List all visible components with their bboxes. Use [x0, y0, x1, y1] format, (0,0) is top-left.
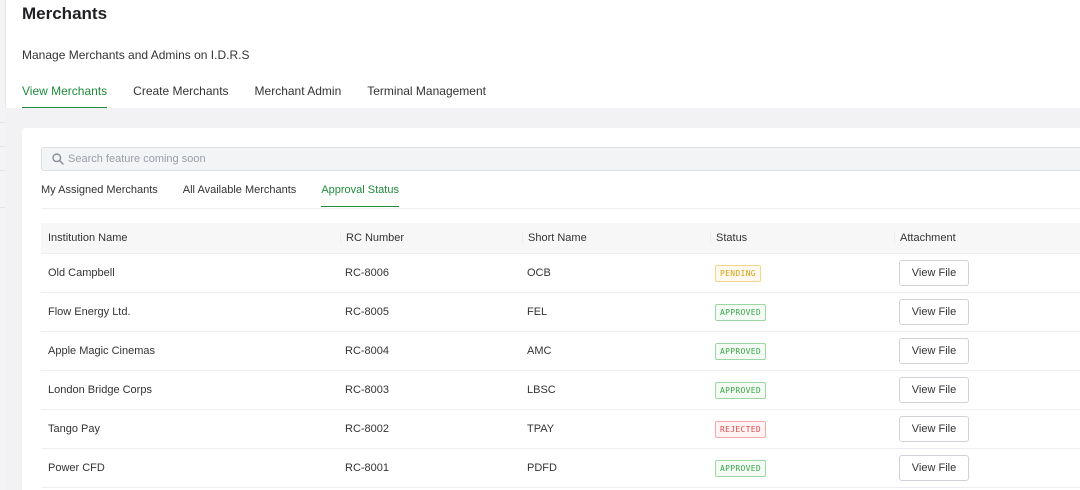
table-row: London Bridge Corps RC-8003 LBSC APPROVE… — [41, 371, 1080, 410]
status-badge: APPROVED — [715, 381, 766, 399]
institution-name: Old Campbell — [48, 267, 115, 279]
page-subtitle: Manage Merchants and Admins on I.D.R.S — [22, 48, 250, 62]
search-icon — [52, 153, 64, 165]
merchants-table: Institution Name RC Number Short Name St… — [41, 223, 1080, 488]
table-row: Flow Energy Ltd. RC-8005 FEL APPROVED Vi… — [41, 293, 1080, 332]
tab-merchant-admin[interactable]: Merchant Admin — [255, 84, 342, 108]
table-header: Institution Name RC Number Short Name St… — [41, 223, 1080, 254]
rc-number: RC-8002 — [345, 423, 390, 435]
status-badge: APPROVED — [715, 342, 766, 360]
divider — [41, 208, 1080, 209]
column-header-rc-number[interactable]: RC Number — [340, 232, 522, 244]
column-header-institution-name[interactable]: Institution Name — [41, 232, 340, 244]
institution-name: Flow Energy Ltd. — [48, 306, 131, 318]
table-row: Old Campbell RC-8006 OCB PENDING View Fi… — [41, 254, 1080, 293]
table-row: Tango Pay RC-8002 TPAY REJECTED View Fil… — [41, 410, 1080, 449]
rc-number: RC-8006 — [345, 267, 390, 279]
tab-approval-status[interactable]: Approval Status — [321, 184, 399, 207]
column-header-status[interactable]: Status — [710, 232, 894, 244]
view-file-button[interactable]: View File — [899, 260, 969, 286]
merchants-page: Merchants Manage Merchants and Admins on… — [0, 0, 1080, 490]
search-bar[interactable] — [41, 147, 1080, 171]
status-badge: REJECTED — [715, 420, 766, 438]
rc-number: RC-8005 — [345, 306, 390, 318]
rc-number: RC-8004 — [345, 345, 390, 357]
short-name: FEL — [527, 306, 548, 318]
rc-number: RC-8001 — [345, 462, 390, 474]
status-badge: PENDING — [715, 264, 761, 282]
tab-view-merchants[interactable]: View Merchants — [22, 84, 108, 108]
status-badge: APPROVED — [715, 303, 766, 321]
merchants-card: My Assigned Merchants All Available Merc… — [22, 128, 1080, 490]
table-row: Power CFD RC-8001 PDFD APPROVED View Fil… — [41, 449, 1080, 488]
tab-my-assigned-merchants[interactable]: My Assigned Merchants — [41, 184, 158, 207]
short-name: OCB — [527, 267, 551, 279]
search-input[interactable] — [68, 153, 968, 165]
short-name: TPAY — [527, 423, 555, 435]
view-file-button[interactable]: View File — [899, 455, 969, 481]
column-header-attachment[interactable]: Attachment — [894, 232, 1080, 244]
sub-tabs: My Assigned Merchants All Available Merc… — [41, 184, 424, 207]
institution-name: Apple Magic Cinemas — [48, 345, 155, 357]
status-badge: APPROVED — [715, 459, 766, 477]
page-title: Merchants — [22, 4, 108, 23]
short-name: LBSC — [527, 384, 556, 396]
tab-terminal-management[interactable]: Terminal Management — [367, 84, 486, 108]
tab-all-available-merchants[interactable]: All Available Merchants — [183, 184, 297, 207]
view-file-button[interactable]: View File — [899, 377, 969, 403]
institution-name: Tango Pay — [48, 423, 100, 435]
short-name: AMC — [527, 345, 552, 357]
column-header-short-name[interactable]: Short Name — [522, 232, 710, 244]
rc-number: RC-8003 — [345, 384, 390, 396]
institution-name: London Bridge Corps — [48, 384, 152, 396]
short-name: PDFD — [527, 462, 557, 474]
view-file-button[interactable]: View File — [899, 299, 969, 325]
institution-name: Power CFD — [48, 462, 105, 474]
view-file-button[interactable]: View File — [899, 416, 969, 442]
view-file-button[interactable]: View File — [899, 338, 969, 364]
main-tabs: View Merchants Create Merchants Merchant… — [22, 84, 512, 108]
table-row: Apple Magic Cinemas RC-8004 AMC APPROVED… — [41, 332, 1080, 371]
tab-create-merchants[interactable]: Create Merchants — [133, 84, 228, 108]
